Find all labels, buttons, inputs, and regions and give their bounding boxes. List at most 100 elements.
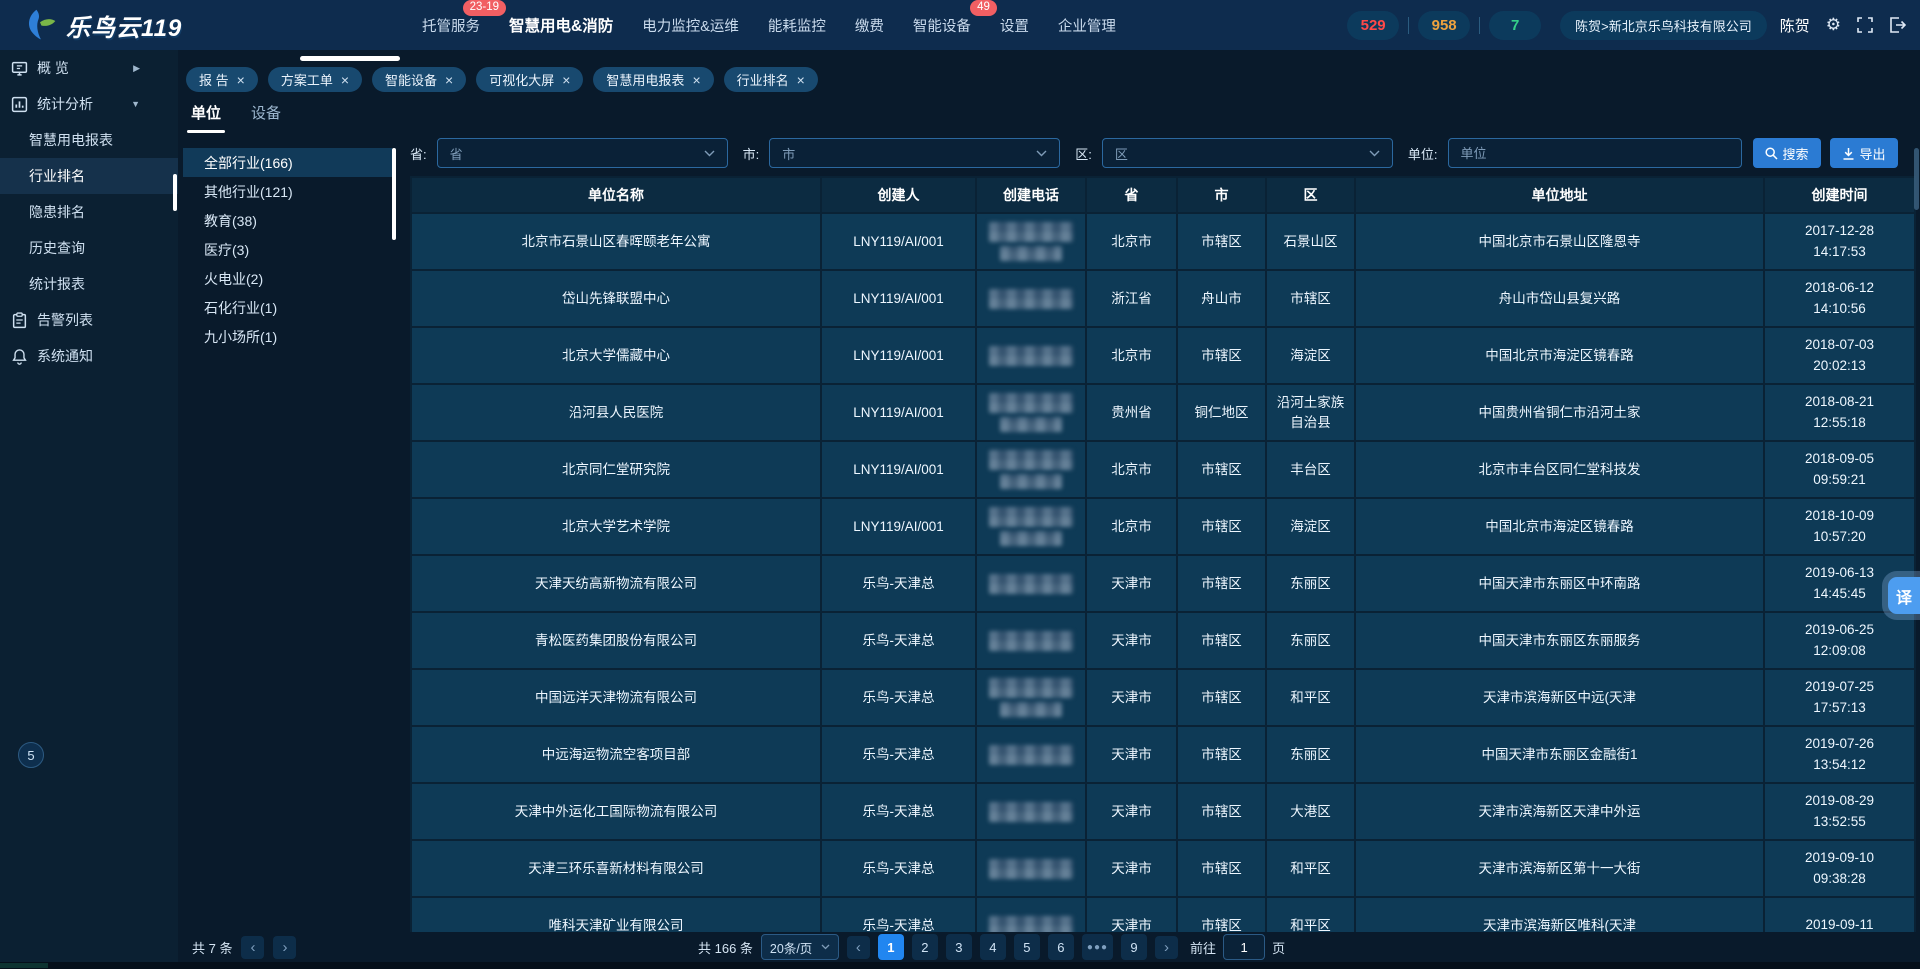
- industry-item[interactable]: 其他行业(121): [183, 177, 392, 206]
- industry-item[interactable]: 教育(38): [183, 206, 392, 235]
- cell-unit-name: 中远海运物流空客项目部: [412, 727, 822, 782]
- translate-button[interactable]: 译: [1888, 577, 1920, 614]
- cell-district: 东丽区: [1267, 727, 1356, 782]
- close-icon[interactable]: ×: [445, 73, 453, 87]
- sidebar-subitem[interactable]: 行业排名: [0, 158, 178, 194]
- page-number-button[interactable]: ●●●: [1082, 934, 1113, 960]
- industry-item[interactable]: 全部行业(166): [183, 148, 392, 177]
- cell-unit-name: 北京同仁堂研究院: [412, 442, 822, 497]
- sidebar: 概 览 ▶ 统计分析 ▼ 智慧用电报表 行业排名 隐患排名: [0, 50, 178, 962]
- tag-pill[interactable]: 报 告 ×: [186, 67, 258, 92]
- cell-city: 市辖区: [1178, 442, 1267, 497]
- industry-next-button[interactable]: ›: [273, 936, 296, 959]
- nav-item[interactable]: 企业管理: [1058, 15, 1116, 36]
- sidebar-subitem[interactable]: 智慧用电报表: [0, 122, 178, 158]
- industry-item[interactable]: 石化行业(1): [183, 293, 392, 322]
- created-date: 2018-08-21: [1805, 392, 1874, 412]
- tag-pill[interactable]: 可视化大屏 ×: [476, 67, 583, 92]
- page-size-select[interactable]: 20条/页: [761, 934, 839, 960]
- nav-item[interactable]: 托管服务 23-19: [422, 15, 480, 36]
- tagbar-scrollbar-thumb[interactable]: [300, 56, 400, 61]
- nav-item[interactable]: 智慧用电&消防: [509, 14, 613, 36]
- table-row[interactable]: 北京大学艺术学院 LNY119/AI/001 北京市 市辖区 海淀区 中国北京市…: [412, 497, 1914, 554]
- goto-page-input[interactable]: [1223, 934, 1265, 960]
- close-icon[interactable]: ×: [237, 73, 245, 87]
- nav-item[interactable]: 设置: [1000, 15, 1029, 36]
- page-number-button[interactable]: 3: [946, 934, 972, 960]
- close-icon[interactable]: ×: [341, 73, 349, 87]
- table-row[interactable]: 天津三环乐喜新材料有限公司 乐鸟-天津总 天津市 市辖区 和平区 天津市滨海新区…: [412, 839, 1914, 896]
- table-row[interactable]: 北京大学儒藏中心 LNY119/AI/001 北京市 市辖区 海淀区 中国北京市…: [412, 326, 1914, 383]
- sidebar-subitem[interactable]: 统计报表: [0, 266, 178, 302]
- counter-pill[interactable]: 7: [1489, 11, 1541, 40]
- page-prev-button[interactable]: ‹: [847, 936, 870, 959]
- tag-pill[interactable]: 方案工单 ×: [268, 67, 362, 92]
- table-row[interactable]: 中国远洋天津物流有限公司 乐鸟-天津总 天津市 市辖区 和平区 天津市滨海新区中…: [412, 668, 1914, 725]
- fullscreen-icon[interactable]: [1857, 17, 1873, 33]
- tab[interactable]: 单位: [191, 102, 221, 133]
- tag-pill[interactable]: 智能设备 ×: [372, 67, 466, 92]
- tag-pill[interactable]: 智慧用电报表 ×: [593, 67, 713, 92]
- table-row[interactable]: 天津天纺高新物流有限公司 乐鸟-天津总 天津市 市辖区 东丽区 中国天津市东丽区…: [412, 554, 1914, 611]
- table-row[interactable]: 青松医药集团股份有限公司 乐鸟-天津总 天津市 市辖区 东丽区 中国天津市东丽区…: [412, 611, 1914, 668]
- page-next-button[interactable]: ›: [1155, 936, 1178, 959]
- industry-item[interactable]: 医疗(3): [183, 235, 392, 264]
- tab[interactable]: 设备: [251, 102, 281, 133]
- page-number-button[interactable]: 2: [912, 934, 938, 960]
- page-number-button[interactable]: 5: [1014, 934, 1040, 960]
- created-date: 2019-07-26: [1805, 734, 1874, 754]
- search-button-label: 搜索: [1783, 144, 1809, 163]
- sidebar-item-overview[interactable]: 概 览 ▶: [0, 50, 178, 86]
- page-scrollbar-thumb[interactable]: [1914, 148, 1919, 210]
- nav-item[interactable]: 缴费: [855, 15, 884, 36]
- table-row[interactable]: 沿河县人民医院 LNY119/AI/001 贵州省 铜仁地区 沿河土家族自治县 …: [412, 383, 1914, 440]
- tag-pill[interactable]: 行业排名 ×: [724, 67, 818, 92]
- cell-creator: 乐鸟-天津总: [822, 613, 977, 668]
- redaction-blur: [989, 222, 1073, 242]
- table-row[interactable]: 岱山先锋联盟中心 LNY119/AI/001 浙江省 舟山市 市辖区 舟山市岱山…: [412, 269, 1914, 326]
- table-header-cell: 省: [1087, 178, 1178, 212]
- table-row[interactable]: 中远海运物流空客项目部 乐鸟-天津总 天津市 市辖区 东丽区 中国天津市东丽区金…: [412, 725, 1914, 782]
- district-select[interactable]: 区: [1102, 138, 1393, 168]
- close-icon[interactable]: ×: [562, 73, 570, 87]
- page-number-button[interactable]: 4: [980, 934, 1006, 960]
- industry-prev-button[interactable]: ‹: [241, 936, 264, 959]
- sidebar-item-label: 统计分析: [37, 94, 93, 114]
- sidebar-scrollbar-thumb[interactable]: [173, 174, 177, 211]
- sidebar-subitem[interactable]: 隐患排名: [0, 194, 178, 230]
- search-button[interactable]: 搜索: [1753, 138, 1821, 168]
- table-row[interactable]: 天津中外运化工国际物流有限公司 乐鸟-天津总 天津市 市辖区 大港区 天津市滨海…: [412, 782, 1914, 839]
- industry-item[interactable]: 火电业(2): [183, 264, 392, 293]
- close-icon[interactable]: ×: [692, 73, 700, 87]
- main-menu: 托管服务 23-19 智慧用电&消防 电力监控&运维 能耗监控: [422, 14, 1116, 36]
- sidebar-item-system-notice[interactable]: 系统通知: [0, 338, 178, 374]
- sidebar-item-alarm-list[interactable]: 告警列表: [0, 302, 178, 338]
- page-number-button[interactable]: 9: [1121, 934, 1147, 960]
- province-select[interactable]: 省: [437, 138, 728, 168]
- nav-item[interactable]: 智能设备 49: [913, 15, 971, 36]
- cell-city: 市辖区: [1178, 727, 1267, 782]
- navbar-right: 529 958 7 陈贺>新北京乐鸟科技有限公司 陈贺 ⚙: [1347, 11, 1920, 40]
- bell-icon: [11, 348, 28, 365]
- nav-item[interactable]: 电力监控&运维: [642, 15, 739, 36]
- industry-scrollbar-thumb[interactable]: [392, 148, 396, 240]
- export-button[interactable]: 导出: [1830, 138, 1898, 168]
- sidebar-item-stats[interactable]: 统计分析 ▼: [0, 86, 178, 122]
- nav-item[interactable]: 能耗监控: [768, 15, 826, 36]
- table-row[interactable]: 北京市石景山区春晖颐老年公寓 LNY119/AI/001 北京市 市辖区 石景山…: [412, 212, 1914, 269]
- page-number-button[interactable]: 6: [1048, 934, 1074, 960]
- counter-pill[interactable]: 529: [1347, 11, 1399, 40]
- page-number-button[interactable]: 1: [878, 934, 904, 960]
- city-select[interactable]: 市: [769, 138, 1060, 168]
- sidebar-subitem[interactable]: 历史查询: [0, 230, 178, 266]
- gear-icon[interactable]: ⚙: [1826, 15, 1841, 35]
- cell-address: 中国天津市东丽区东丽服务: [1356, 613, 1765, 668]
- industry-item[interactable]: 九小场所(1): [183, 322, 392, 351]
- table-row[interactable]: 北京同仁堂研究院 LNY119/AI/001 北京市 市辖区 丰台区 北京市丰台…: [412, 440, 1914, 497]
- sidebar-count-badge[interactable]: 5: [18, 742, 44, 768]
- company-breadcrumb[interactable]: 陈贺>新北京乐鸟科技有限公司: [1560, 11, 1767, 40]
- counter-pill[interactable]: 958: [1418, 11, 1470, 40]
- close-icon[interactable]: ×: [797, 73, 805, 87]
- unit-input[interactable]: [1448, 138, 1742, 168]
- logout-icon[interactable]: [1889, 17, 1906, 33]
